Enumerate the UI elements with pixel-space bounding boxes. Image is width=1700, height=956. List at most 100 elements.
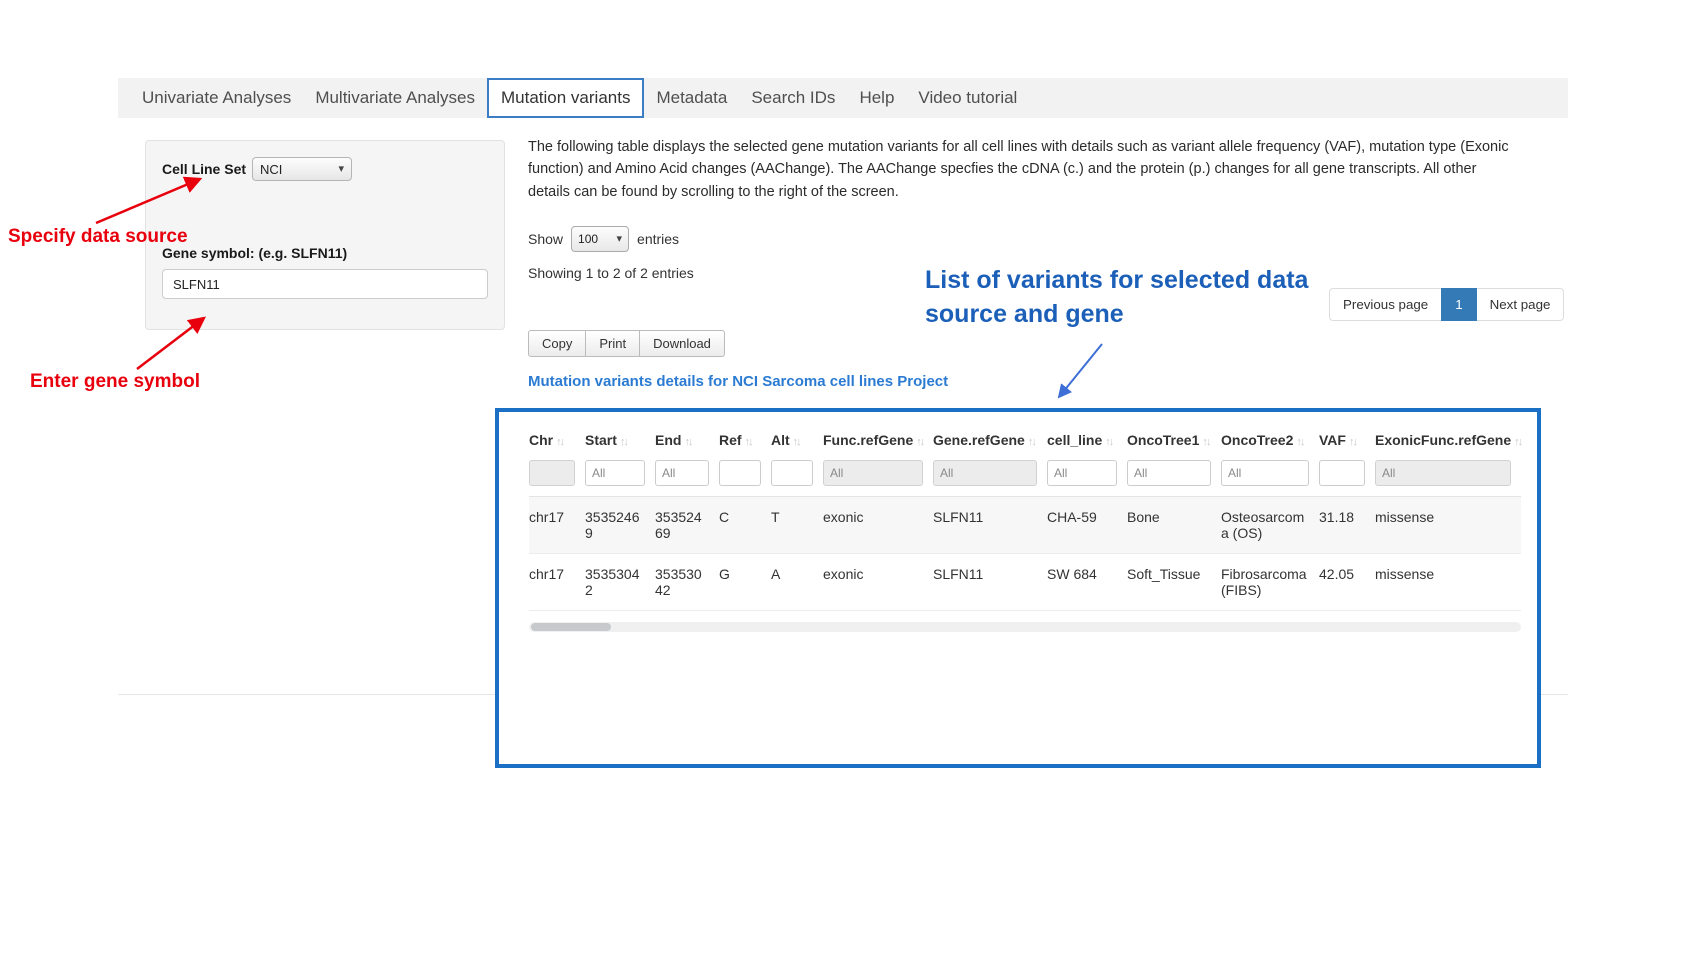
cell-alt: A (771, 554, 823, 611)
tab-mutation-variants[interactable]: Mutation variants (487, 78, 644, 118)
next-page-button[interactable]: Next page (1476, 288, 1565, 321)
filter-cell (655, 456, 719, 497)
filter-cell (1047, 456, 1127, 497)
filter-oncotree2[interactable] (1221, 460, 1309, 486)
cell-ref: G (719, 554, 771, 611)
column-header-chr[interactable]: Chr↑↓ (529, 422, 585, 456)
gene-symbol-input[interactable] (162, 269, 488, 299)
cell-line-set-select[interactable]: NCI ▾ (252, 157, 352, 181)
column-label: Ref (719, 432, 742, 448)
column-header-start[interactable]: Start↑↓ (585, 422, 655, 456)
horizontal-scrollbar[interactable] (529, 622, 1521, 632)
tab-video-tutorial[interactable]: Video tutorial (906, 78, 1029, 118)
tab-metadata[interactable]: Metadata (644, 78, 739, 118)
filter-end[interactable] (655, 460, 709, 486)
annotation-variants-note-line1: List of variants for selected data (925, 264, 1308, 298)
sort-icon: ↑↓ (1349, 436, 1356, 448)
page-length-value: 100 (578, 232, 598, 246)
column-header-end[interactable]: End↑↓ (655, 422, 719, 456)
header-row: Chr↑↓ Start↑↓ End↑↓ Ref↑↓ Alt↑↓ Func.ref… (529, 422, 1521, 456)
filter-cell (933, 456, 1047, 497)
filter-exonicfunc-refgene[interactable] (1375, 460, 1511, 486)
column-header-vaf[interactable]: VAF↑↓ (1319, 422, 1375, 456)
blue-arrow-table (1059, 344, 1102, 397)
filter-cell (1127, 456, 1221, 497)
sort-icon: ↑↓ (684, 436, 691, 448)
copy-button[interactable]: Copy (528, 330, 586, 357)
column-header-cell-line[interactable]: cell_line↑↓ (1047, 422, 1127, 456)
table-row: chr17 35353042 35353042 G A exonic SLFN1… (529, 554, 1521, 611)
cell-vaf: 31.18 (1319, 497, 1375, 554)
sidebar-panel: Cell Line Set NCI ▾ Gene symbol: (e.g. S… (145, 140, 505, 330)
filter-vaf[interactable] (1319, 460, 1365, 486)
sort-icon: ↑↓ (556, 436, 563, 448)
column-header-exonicfunc-refgene[interactable]: ExonicFunc.refGene↑↓ (1375, 422, 1521, 456)
cell-oncotree2: Fibrosarcoma (FIBS) (1221, 554, 1319, 611)
column-header-func-refgene[interactable]: Func.refGene↑↓ (823, 422, 933, 456)
column-header-ref[interactable]: Ref↑↓ (719, 422, 771, 456)
tab-help[interactable]: Help (847, 78, 906, 118)
chevron-down-icon: ▾ (617, 234, 623, 245)
cell-exonicfunc-refgene: missense (1375, 497, 1521, 554)
filter-cell (529, 456, 585, 497)
filter-cell (771, 456, 823, 497)
chevron-down-icon: ▾ (339, 164, 345, 175)
pagination: Previous page 1 Next page (1330, 288, 1564, 321)
cell-exonicfunc-refgene: missense (1375, 554, 1521, 611)
sort-icon: ↑↓ (1514, 436, 1521, 448)
filter-alt[interactable] (771, 460, 813, 486)
filter-oncotree1[interactable] (1127, 460, 1211, 486)
column-label: Func.refGene (823, 432, 913, 448)
cell-ref: C (719, 497, 771, 554)
column-label: End (655, 432, 681, 448)
sort-icon: ↑↓ (1028, 436, 1035, 448)
filter-cell (585, 456, 655, 497)
show-entries-control: Show 100 ▾ entries (528, 226, 679, 252)
page-number-button[interactable]: 1 (1441, 288, 1476, 321)
scrollbar-thumb[interactable] (531, 623, 611, 631)
showing-entries-info: Showing 1 to 2 of 2 entries (528, 265, 694, 281)
filter-func-refgene[interactable] (823, 460, 923, 486)
annotation-variants-note: List of variants for selected data sourc… (925, 264, 1308, 332)
column-label: VAF (1319, 432, 1346, 448)
sort-icon: ↑↓ (1202, 436, 1209, 448)
table-title: Mutation variants details for NCI Sarcom… (528, 373, 948, 390)
cell-chr: chr17 (529, 554, 585, 611)
filter-cell (1375, 456, 1521, 497)
column-header-gene-refgene[interactable]: Gene.refGene↑↓ (933, 422, 1047, 456)
cell-cell-line: CHA-59 (1047, 497, 1127, 554)
column-header-oncotree1[interactable]: OncoTree1↑↓ (1127, 422, 1221, 456)
previous-page-button[interactable]: Previous page (1329, 288, 1442, 321)
download-button[interactable]: Download (639, 330, 725, 357)
column-label: ExonicFunc.refGene (1375, 432, 1511, 448)
column-label: cell_line (1047, 432, 1102, 448)
column-header-alt[interactable]: Alt↑↓ (771, 422, 823, 456)
print-button[interactable]: Print (585, 330, 640, 357)
table-description: The following table displays the selecte… (528, 136, 1520, 203)
filter-cell (823, 456, 933, 497)
sort-icon: ↑↓ (916, 436, 923, 448)
cell-gene-refgene: SLFN11 (933, 554, 1047, 611)
column-label: OncoTree2 (1221, 432, 1293, 448)
filter-gene-refgene[interactable] (933, 460, 1037, 486)
annotation-specify-data-source: Specify data source (8, 226, 188, 248)
cell-line-set-label: Cell Line Set (162, 161, 246, 177)
sort-icon: ↑↓ (620, 436, 627, 448)
filter-cell-line[interactable] (1047, 460, 1117, 486)
export-button-group: Copy Print Download (528, 330, 724, 357)
annotation-enter-gene-symbol: Enter gene symbol (30, 371, 200, 393)
filter-chr[interactable] (529, 460, 575, 486)
sort-icon: ↑↓ (1296, 436, 1303, 448)
tab-univariate-analyses[interactable]: Univariate Analyses (130, 78, 303, 118)
filter-start[interactable] (585, 460, 645, 486)
page-length-select[interactable]: 100 ▾ (571, 226, 629, 252)
filter-cell (1319, 456, 1375, 497)
sort-icon: ↑↓ (745, 436, 752, 448)
cell-start: 35352469 (585, 497, 655, 554)
entries-label: entries (637, 231, 679, 247)
tab-search-ids[interactable]: Search IDs (739, 78, 847, 118)
column-header-oncotree2[interactable]: OncoTree2↑↓ (1221, 422, 1319, 456)
filter-ref[interactable] (719, 460, 761, 486)
cell-line-set-value: NCI (260, 162, 282, 177)
tab-multivariate-analyses[interactable]: Multivariate Analyses (303, 78, 487, 118)
